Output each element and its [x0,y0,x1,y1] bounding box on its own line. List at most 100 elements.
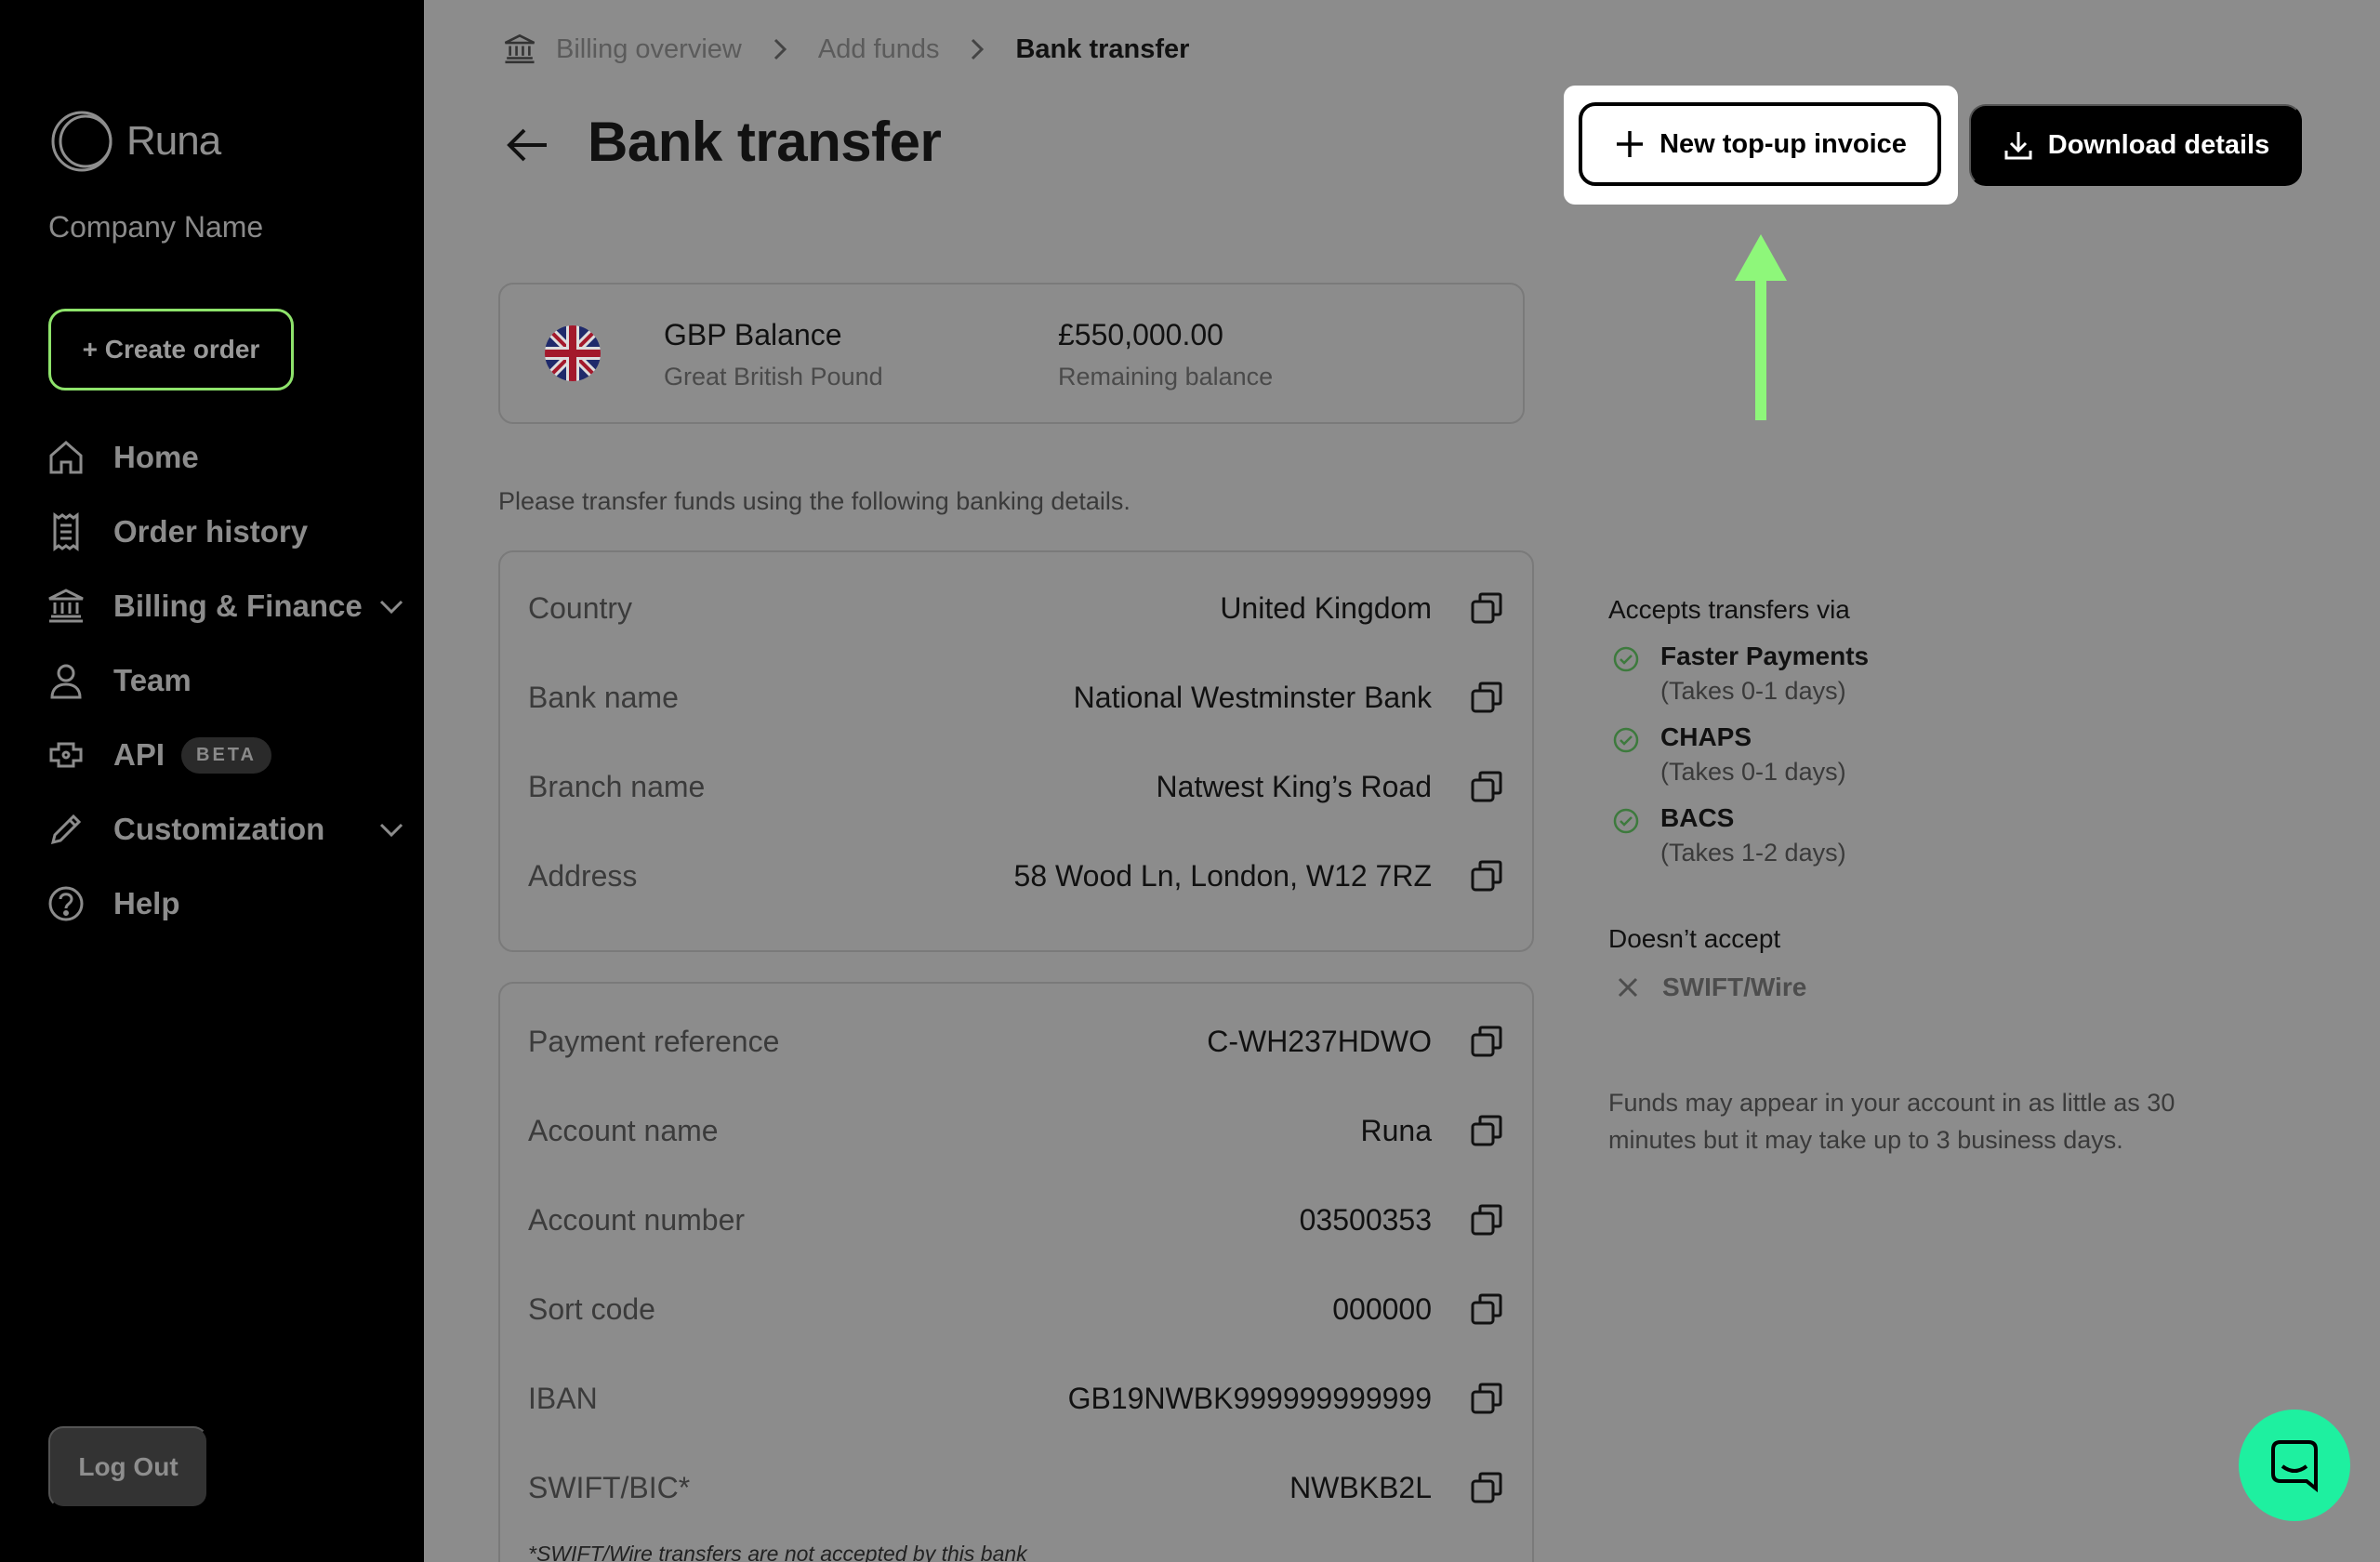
sidebar-item-label: Home [113,440,199,474]
chat-icon [2271,1440,2318,1493]
copy-icon[interactable] [1469,590,1504,626]
detail-row: Account name Runa [528,1103,1504,1158]
back-arrow-icon[interactable] [502,119,554,171]
detail-label: Bank name [528,680,679,714]
download-details-button[interactable]: Download details [1969,104,2302,186]
rejected-method: SWIFT/Wire [1608,973,1806,1002]
sidebar: Runa Company Name + Create order Home Or… [0,0,424,1562]
sidebar-item-customization[interactable]: Customization [45,792,407,867]
detail-label: Account number [528,1202,746,1237]
detail-label: SWIFT/BIC* [528,1470,691,1504]
copy-icon[interactable] [1469,1024,1504,1059]
copy-icon[interactable] [1469,1291,1504,1327]
runa-logo-icon [51,111,112,172]
detail-row: IBAN GB19NWBK999999999999 [528,1370,1504,1426]
page-title: Bank transfer [588,111,942,173]
rejects-heading: Doesn’t accept [1608,924,1781,953]
sidebar-nav: Home Order history Billing & Finance Tea… [45,420,407,941]
breadcrumb-bank-transfer: Bank transfer [1015,33,1190,64]
download-details-label: Download details [2047,129,2270,160]
balance-name: GBP Balance [664,318,842,351]
balance-amount: £550,000.00 [1058,318,1223,351]
balance-card: GBP Balance Great British Pound £550,000… [498,283,1525,424]
detail-value: 58 Wood Ln, London, W12 7RZ [1013,858,1432,893]
copy-icon[interactable] [1469,1202,1504,1238]
detail-label: Sort code [528,1291,655,1326]
api-icon [45,734,87,776]
detail-value: 03500353 [1299,1202,1432,1237]
beta-badge: BETA [181,736,271,774]
new-top-up-invoice-label: New top-up invoice [1659,128,1907,159]
method-time: (Takes 0-1 days) [1660,677,1846,705]
runa-logo[interactable]: Runa [48,108,221,175]
copy-icon[interactable] [1469,1470,1504,1505]
logout-button[interactable]: Log Out [48,1426,208,1508]
help-icon [45,882,87,925]
close-icon [1618,977,1638,998]
sidebar-item-label: Team [113,663,192,697]
sidebar-item-label: Billing & Finance [113,589,363,623]
copy-icon[interactable] [1469,1381,1504,1416]
detail-value: 000000 [1332,1291,1432,1326]
detail-value: United Kingdom [1220,590,1432,625]
detail-value: NWBKB2L [1289,1470,1432,1504]
uk-flag-icon [545,325,601,381]
sidebar-item-label: Help [113,886,180,920]
new-top-up-invoice-button[interactable]: New top-up invoice [1579,102,1941,186]
pencil-icon [45,808,87,851]
detail-value: GB19NWBK999999999999 [1067,1381,1432,1415]
sidebar-item-help[interactable]: Help [45,867,407,941]
sidebar-item-billing-finance[interactable]: Billing & Finance [45,569,407,643]
detail-row: Bank name National Westminster Bank [528,669,1504,725]
transfer-methods-panel: Accepts transfers via Faster Payments (T… [1608,595,2185,867]
detail-label: Payment reference [528,1024,780,1058]
user-icon [45,659,87,702]
home-icon [45,436,87,479]
check-circle-icon [1613,646,1639,672]
detail-row: Address 58 Wood Ln, London, W12 7RZ [528,848,1504,904]
detail-row: Payment reference C-WH237HDWO [528,1013,1504,1069]
chat-launcher-button[interactable] [2239,1410,2350,1521]
copy-icon[interactable] [1469,1113,1504,1148]
balance-currency: Great British Pound [664,363,883,390]
chevron-right-icon [972,38,985,60]
detail-label: Branch name [528,769,706,803]
sidebar-item-home[interactable]: Home [45,420,407,495]
method-time: (Takes 0-1 days) [1660,758,1846,786]
accepted-method: Faster Payments (Takes 0-1 days) [1608,642,2185,706]
sidebar-item-api[interactable]: API BETA [45,718,407,792]
breadcrumb-add-funds[interactable]: Add funds [818,34,940,65]
detail-row: Account number 03500353 [528,1192,1504,1248]
check-circle-icon [1613,808,1639,834]
method-name: Faster Payments [1660,642,1870,670]
method-name: CHAPS [1660,722,1752,751]
download-icon [2004,132,2032,160]
instruction-text: Please transfer funds using the followin… [498,487,1130,515]
bank-icon [504,33,536,64]
logo-text: Runa [126,118,221,164]
detail-label: Country [528,590,633,625]
sidebar-item-team[interactable]: Team [45,643,407,718]
sidebar-item-label: API [113,737,165,772]
detail-label: Account name [528,1113,719,1147]
detail-row: Country United Kingdom [528,580,1504,636]
sidebar-item-order-history[interactable]: Order history [45,495,407,569]
copy-icon[interactable] [1469,769,1504,804]
copy-icon[interactable] [1469,680,1504,715]
copy-icon[interactable] [1469,858,1504,894]
sidebar-item-label: Order history [113,514,309,549]
chevron-down-icon[interactable] [376,814,407,845]
bank-details-card: Country United Kingdom Bank name Nationa… [498,550,1534,952]
detail-value: Runa [1360,1113,1433,1147]
detail-value: Natwest King’s Road [1156,769,1432,803]
breadcrumb: Billing overview Add funds Bank transfer [502,32,1189,67]
create-order-button[interactable]: + Create order [48,309,294,390]
accepts-heading: Accepts transfers via [1608,595,1850,624]
balance-amount-label: Remaining balance [1058,363,1274,390]
detail-label: Address [528,858,638,893]
detail-row: Branch name Natwest King’s Road [528,759,1504,814]
chevron-down-icon[interactable] [376,590,407,622]
accepted-method: BACS (Takes 1-2 days) [1608,803,2185,867]
annotation-arrow-icon [1735,234,1787,420]
breadcrumb-billing-overview[interactable]: Billing overview [556,34,742,65]
